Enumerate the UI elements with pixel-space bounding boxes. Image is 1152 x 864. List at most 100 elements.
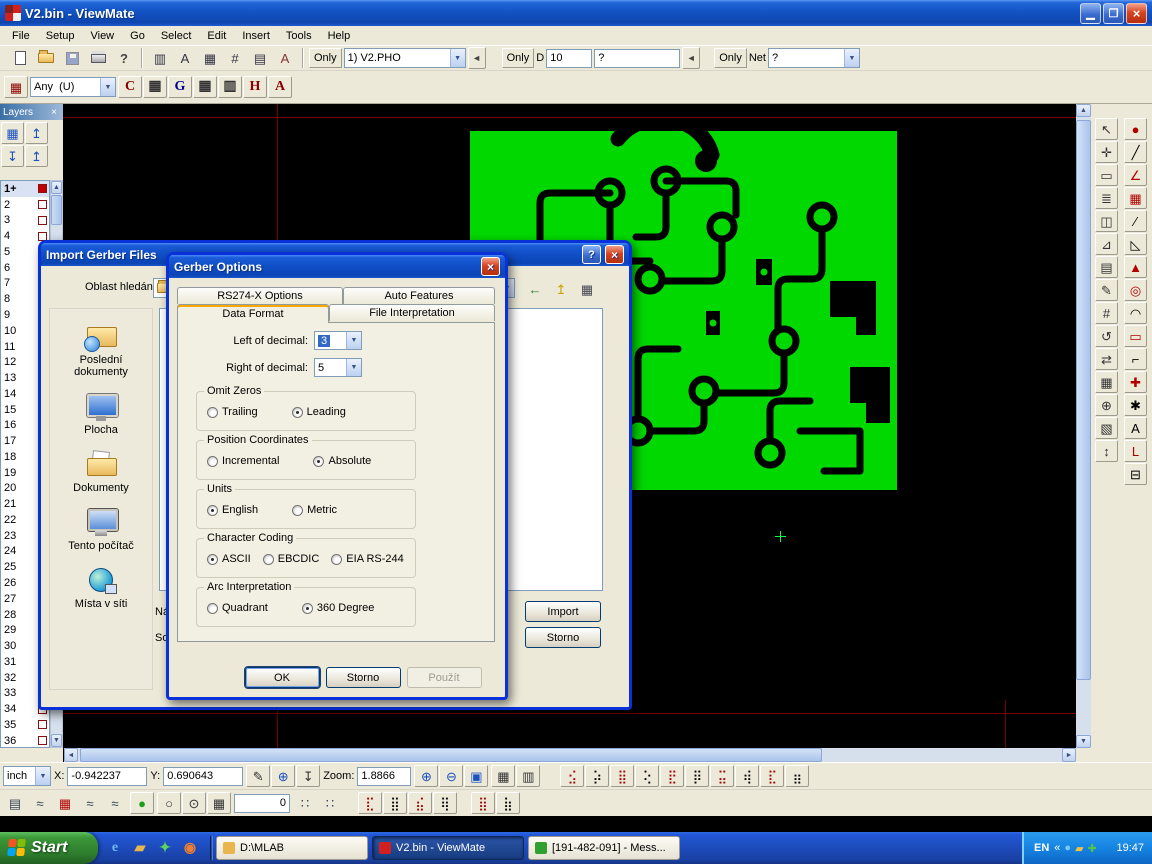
- aperture-a-icon[interactable]: A: [173, 47, 197, 69]
- prev-dcode-icon[interactable]: ◄: [682, 47, 700, 69]
- split-view-icon[interactable]: ◫: [1095, 210, 1118, 232]
- wedge-tool-icon[interactable]: ◺: [1124, 233, 1147, 255]
- scrollbar-thumb[interactable]: [1076, 120, 1091, 680]
- network-places-item[interactable]: Místa v síti: [53, 565, 149, 610]
- chevron-down-icon[interactable]: ▼: [35, 767, 50, 785]
- dcode-g-icon[interactable]: G: [168, 76, 192, 98]
- snap-anchor-icon[interactable]: ↧: [296, 765, 320, 787]
- documents-item[interactable]: Dokumenty: [53, 449, 149, 494]
- circle-tool-icon[interactable]: ◎: [1124, 279, 1147, 301]
- dialog-help-icon[interactable]: ?: [582, 245, 601, 264]
- polyline-tool-icon[interactable]: ∕: [1124, 210, 1147, 232]
- layer-color-swatch[interactable]: [38, 736, 47, 745]
- plus-tool-icon[interactable]: ✚: [1124, 371, 1147, 393]
- tab-auto-features[interactable]: Auto Features: [343, 287, 495, 304]
- dcode-matrix-icon-3[interactable]: ⣿: [610, 765, 634, 787]
- dcode-matrix-icon-5[interactable]: ⣟: [660, 765, 684, 787]
- rect-select-icon[interactable]: ▭: [1095, 164, 1118, 186]
- dcode-matrix-icon-10[interactable]: ⣶: [785, 765, 809, 787]
- pad-pattern-icon-2[interactable]: ⣿: [383, 792, 407, 814]
- menu-edit[interactable]: Edit: [199, 26, 234, 45]
- net-select-combo[interactable]: ? ▼: [768, 48, 860, 68]
- radio-ebcdic[interactable]: EBCDIC: [263, 553, 320, 565]
- minimize-button[interactable]: ▁: [1080, 3, 1101, 24]
- pad-pattern-icon-4[interactable]: ⢿: [433, 792, 457, 814]
- tray-icon-3[interactable]: ✚: [1088, 842, 1097, 855]
- grid-tool-icon[interactable]: #: [1095, 302, 1118, 324]
- swap-icon[interactable]: ⇄: [1095, 348, 1118, 370]
- hatch-icon[interactable]: ▧: [1095, 417, 1118, 439]
- triangle-fill-icon[interactable]: ▲: [1124, 256, 1147, 278]
- text-tool-icon[interactable]: A: [1124, 417, 1147, 439]
- emule-icon[interactable]: ✦: [154, 836, 176, 860]
- up-folder-icon[interactable]: ↥: [549, 278, 573, 300]
- dcode-value-field[interactable]: 10: [546, 49, 592, 68]
- pad-pattern-icon-1[interactable]: ⣏: [358, 792, 382, 814]
- dcode-matrix-icon-4[interactable]: ⢕: [635, 765, 659, 787]
- only-dcode-toggle[interactable]: Only: [502, 48, 535, 68]
- rect-tool-icon[interactable]: ▭: [1124, 325, 1147, 347]
- tab-rs274x-options[interactable]: RS274-X Options: [177, 287, 343, 304]
- menu-help[interactable]: Help: [320, 26, 359, 45]
- layer-select-combo[interactable]: 1) V2.PHO ▼: [344, 48, 466, 68]
- hide-icons-chevron[interactable]: «: [1054, 842, 1060, 854]
- mirror-grid-icon[interactable]: ▦: [53, 792, 77, 814]
- start-button[interactable]: Start: [0, 832, 98, 864]
- radio-absolute[interactable]: Absolute: [313, 455, 371, 467]
- layer-color-swatch[interactable]: [38, 200, 47, 209]
- table-tool-icon[interactable]: ▤: [1095, 256, 1118, 278]
- box-minus-tool-icon[interactable]: ⊟: [1124, 463, 1147, 485]
- dcode-query-field[interactable]: ?: [594, 49, 680, 68]
- cell-grid-icon[interactable]: ▦: [207, 792, 231, 814]
- dcode-matrix-icon-1[interactable]: ⣪: [560, 765, 584, 787]
- measure-pencil-icon[interactable]: ✎: [246, 765, 270, 787]
- grid-toggle-icon[interactable]: ▦: [491, 765, 515, 787]
- units-combo[interactable]: inch ▼: [3, 766, 51, 786]
- layer-row[interactable]: 2: [1, 197, 49, 213]
- tray-icon-2[interactable]: ▰: [1075, 842, 1083, 855]
- grid-alt-icon[interactable]: ▥: [218, 76, 242, 98]
- cancel-button[interactable]: Storno: [326, 667, 401, 688]
- radio-incremental[interactable]: Incremental: [207, 455, 279, 467]
- text-items-icon[interactable]: A: [273, 47, 297, 69]
- import-cancel-button[interactable]: Storno: [525, 627, 601, 648]
- wave-icon-3[interactable]: ≈: [103, 792, 127, 814]
- gerber-dialog-titlebar[interactable]: Gerber Options ×: [169, 255, 505, 278]
- back-icon[interactable]: ←: [523, 278, 547, 300]
- menu-insert[interactable]: Insert: [234, 26, 278, 45]
- dcode-matrix-icon-2[interactable]: ⡵: [585, 765, 609, 787]
- view-menu-icon[interactable]: ▦: [575, 278, 599, 300]
- wave-icon-1[interactable]: ≈: [28, 792, 52, 814]
- menu-tools[interactable]: Tools: [278, 26, 320, 45]
- close-button[interactable]: ×: [1126, 3, 1147, 24]
- layer-color-swatch[interactable]: [38, 184, 47, 193]
- taskbar-button-viewmate[interactable]: V2.bin - ViewMate: [372, 836, 524, 860]
- wave-icon-2[interactable]: ≈: [78, 792, 102, 814]
- scroll-right-icon[interactable]: ►: [1062, 748, 1076, 762]
- layer-up-icon[interactable]: ↥: [25, 145, 48, 167]
- radio-metric[interactable]: Metric: [292, 504, 337, 516]
- grid-alt-toggle-icon[interactable]: ▥: [516, 765, 540, 787]
- l-shape-tool-icon[interactable]: L: [1124, 440, 1147, 462]
- aperture-filter-combo[interactable]: Any (U) ▼: [30, 77, 116, 97]
- grid-mid-icon[interactable]: ▦: [193, 76, 217, 98]
- menu-file[interactable]: File: [4, 26, 38, 45]
- zoom-value-field[interactable]: 1.8866: [357, 767, 411, 786]
- pad-pattern-icon-6[interactable]: ⣷: [496, 792, 520, 814]
- matrix-icon[interactable]: ▦: [1095, 371, 1118, 393]
- column-select-icon[interactable]: ▥: [148, 47, 172, 69]
- pad-pattern-icon-3[interactable]: ⣮: [408, 792, 432, 814]
- radio-english[interactable]: English: [207, 504, 258, 516]
- line-tool-icon[interactable]: ╱: [1124, 141, 1147, 163]
- dot-grid-icon-2[interactable]: ∷: [318, 792, 342, 814]
- print-icon[interactable]: [86, 47, 110, 69]
- title-bar[interactable]: V2.bin - ViewMate ▁ ❐ ×: [0, 0, 1152, 26]
- my-computer-item[interactable]: Tento počítač: [53, 507, 149, 552]
- clock[interactable]: 19:47: [1116, 842, 1144, 854]
- ie-icon[interactable]: e: [104, 836, 126, 860]
- dcode-count-field[interactable]: 0: [234, 794, 290, 813]
- radio-quadrant[interactable]: Quadrant: [207, 602, 268, 614]
- triangle-tool-icon[interactable]: ⊿: [1095, 233, 1118, 255]
- desktop-item[interactable]: Plocha: [53, 391, 149, 436]
- left-of-decimal-combo[interactable]: 3 ▼: [314, 331, 362, 350]
